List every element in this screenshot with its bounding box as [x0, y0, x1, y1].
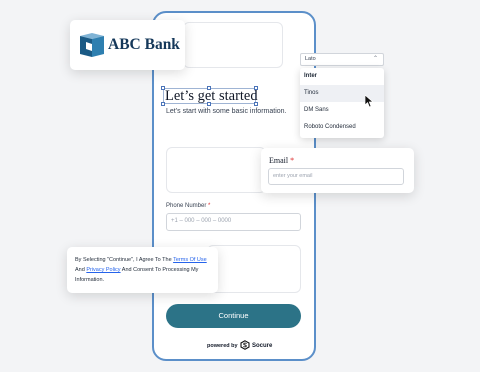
terms-of-use-link[interactable]: Terms Of Use — [173, 257, 207, 263]
chevron-up-icon: ⌃ — [373, 56, 379, 62]
required-mark: * — [290, 156, 295, 165]
font-option-roboto-condensed[interactable]: Roboto Condensed — [300, 119, 384, 136]
page-title[interactable]: Let’s get started — [165, 88, 258, 105]
font-select-value: Lato — [305, 56, 316, 62]
consent-prefix: By Selecting "Continue", I Agree To The — [75, 257, 172, 263]
page-subtitle: Let’s start with some basic information. — [166, 108, 287, 115]
email-label-text: Email — [269, 156, 289, 165]
email-placeholder: enter your email — [273, 173, 313, 179]
name-field-card — [166, 147, 266, 193]
phone-placeholder: +1 – 000 – 000 – 0000 — [171, 218, 232, 224]
mouse-cursor-icon — [365, 95, 374, 108]
phone-label-text: Phone Number — [166, 203, 207, 209]
bank-logo-icon — [80, 33, 104, 57]
powered-by-text: powered by — [207, 343, 238, 349]
socure-logo-icon — [240, 340, 250, 350]
address-field-card — [207, 245, 301, 293]
privacy-policy-link[interactable]: Privacy Policy — [86, 267, 120, 273]
phone-label: Phone Number * — [166, 203, 210, 209]
socure-brand: Socure — [252, 343, 273, 349]
continue-button[interactable]: Continue — [166, 304, 301, 328]
consent-and: And — [75, 267, 85, 273]
email-label: Email * — [269, 156, 294, 165]
required-mark: * — [208, 203, 211, 209]
bank-name: ABC Bank — [108, 36, 180, 53]
font-option-inter[interactable]: Inter — [300, 68, 384, 85]
consent-text: By Selecting "Continue", I Agree To The … — [75, 255, 213, 285]
logo-placeholder-card — [183, 22, 283, 68]
